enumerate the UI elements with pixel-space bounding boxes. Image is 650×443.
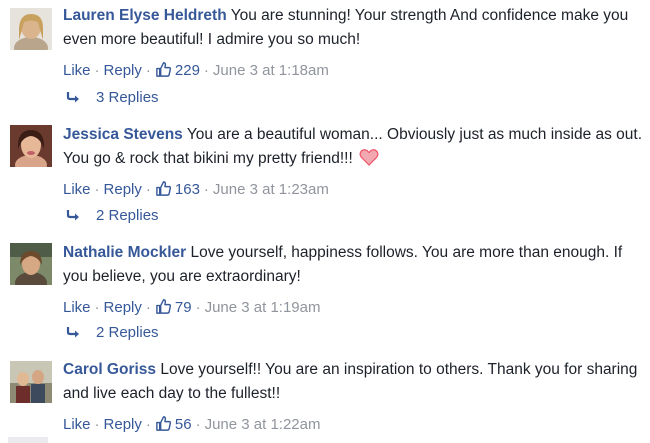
reply-link[interactable]: Reply — [104, 299, 142, 316]
comment-feed: Lauren Elyse Heldreth You are stunning! … — [0, 0, 650, 443]
comment-timestamp[interactable]: June 3 at 1:23am — [213, 181, 329, 198]
separator: · — [195, 299, 201, 316]
thumbs-up-icon — [156, 62, 171, 77]
thumbs-up-icon — [156, 181, 171, 196]
comment-author[interactable]: Nathalie Mockler — [63, 244, 186, 261]
heart-icon — [359, 149, 379, 166]
comment-timestamp[interactable]: June 3 at 1:19am — [205, 299, 321, 316]
separator: · — [203, 62, 209, 79]
comment-author[interactable]: Jessica Stevens — [63, 126, 183, 143]
thumbs-up-icon — [156, 416, 171, 431]
comment-text-block: Nathalie Mockler Love yourself, happines… — [63, 241, 643, 289]
comment-author[interactable]: Carol Goriss — [63, 361, 156, 378]
comment-text-block: Lauren Elyse Heldreth You are stunning! … — [63, 4, 643, 52]
like-link[interactable]: Like — [63, 181, 91, 198]
reply-link[interactable]: Reply — [104, 416, 142, 433]
view-replies-link[interactable]: 2 Replies — [66, 206, 159, 226]
comment-body: Carol Goriss Love yourself!! You are an … — [63, 358, 643, 435]
view-replies-link[interactable]: 2 Replies — [66, 323, 159, 343]
separator: · — [94, 181, 100, 198]
comment-timestamp[interactable]: June 3 at 1:22am — [205, 416, 321, 433]
reply-arrow-icon — [66, 327, 79, 338]
next-comment-avatar-edge — [8, 437, 48, 443]
avatar[interactable] — [10, 125, 52, 167]
separator: · — [94, 299, 100, 316]
replies-count: 2 Replies — [96, 207, 159, 224]
comment-body: Lauren Elyse Heldreth You are stunning! … — [63, 4, 643, 81]
reply-arrow-icon — [66, 92, 79, 103]
separator: · — [145, 416, 151, 433]
comment-text-block: Jessica Stevens You are a beautiful woma… — [63, 123, 643, 171]
comment-actions: Like · Reply · 229 · June 3 at 1:18am — [63, 61, 643, 81]
comment-body: Nathalie Mockler Love yourself, happines… — [63, 241, 643, 318]
avatar[interactable] — [10, 361, 52, 403]
separator: · — [195, 416, 201, 433]
separator: · — [94, 62, 100, 79]
comment-actions: Like · Reply · 79 · June 3 at 1:19am — [63, 298, 643, 318]
like-count[interactable]: 79 — [175, 299, 192, 316]
comment-timestamp[interactable]: June 3 at 1:18am — [213, 62, 329, 79]
avatar[interactable] — [10, 243, 52, 285]
separator: · — [145, 62, 151, 79]
like-count[interactable]: 229 — [175, 62, 200, 79]
comment-actions: Like · Reply · 163 · June 3 at 1:23am — [63, 180, 643, 200]
separator: · — [145, 299, 151, 316]
thumbs-up-icon — [156, 299, 171, 314]
like-count[interactable]: 56 — [175, 416, 192, 433]
comment-actions: Like · Reply · 56 · June 3 at 1:22am — [63, 415, 643, 435]
avatar[interactable] — [10, 8, 52, 50]
reply-link[interactable]: Reply — [104, 62, 142, 79]
separator: · — [145, 181, 151, 198]
separator: · — [94, 416, 100, 433]
like-link[interactable]: Like — [63, 299, 91, 316]
like-link[interactable]: Like — [63, 62, 91, 79]
comment-text-block: Carol Goriss Love yourself!! You are an … — [63, 358, 643, 406]
like-count[interactable]: 163 — [175, 181, 200, 198]
reply-link[interactable]: Reply — [104, 181, 142, 198]
comment-body: Jessica Stevens You are a beautiful woma… — [63, 123, 643, 200]
separator: · — [203, 181, 209, 198]
like-link[interactable]: Like — [63, 416, 91, 433]
replies-count: 2 Replies — [96, 324, 159, 341]
replies-count: 3 Replies — [96, 89, 159, 106]
view-replies-link[interactable]: 3 Replies — [66, 88, 159, 108]
comment-author[interactable]: Lauren Elyse Heldreth — [63, 7, 227, 24]
reply-arrow-icon — [66, 210, 79, 221]
